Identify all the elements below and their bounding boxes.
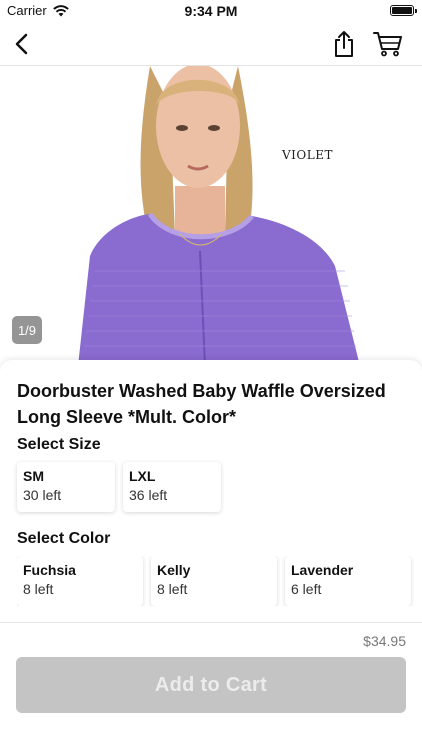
color-options[interactable]: Fuchsia 8 left Kelly 8 left Lavender 6 l…: [17, 556, 422, 606]
back-button[interactable]: [6, 28, 38, 60]
share-button[interactable]: [328, 28, 360, 60]
hero-image-caption: VIOLET: [282, 148, 333, 162]
size-stock: 30 left: [23, 487, 62, 503]
select-color-label: Select Color: [17, 530, 111, 547]
size-options: SM 30 left LXL 36 left: [17, 462, 221, 512]
status-bar: Carrier 9:34 PM: [0, 0, 422, 22]
nav-bar: [0, 22, 422, 66]
color-stock: 8 left: [23, 581, 54, 597]
purchase-footer: $34.95 Add to Cart: [0, 622, 422, 750]
size-option-sm[interactable]: SM 30 left: [17, 462, 115, 512]
image-counter: 1/9: [12, 316, 42, 344]
color-name: Lavender: [291, 562, 354, 578]
product-title: Doorbuster Washed Baby Waffle Oversized …: [17, 381, 386, 427]
add-to-cart-button[interactable]: Add to Cart: [16, 657, 406, 713]
product-price: $34.95: [363, 633, 406, 649]
color-name: Kelly: [157, 562, 191, 578]
share-icon: [335, 31, 353, 57]
cart-icon: [373, 32, 402, 57]
product-photo: [78, 66, 360, 366]
color-option-fuchsia[interactable]: Fuchsia 8 left: [17, 556, 143, 606]
size-name: SM: [23, 468, 44, 484]
color-option-kelly[interactable]: Kelly 8 left: [151, 556, 277, 606]
product-details-sheet: Doorbuster Washed Baby Waffle Oversized …: [0, 360, 422, 622]
color-stock: 8 left: [157, 581, 188, 597]
chevron-left-icon: [15, 33, 28, 55]
battery-icon: [390, 5, 417, 16]
cart-button[interactable]: [372, 28, 404, 60]
status-time: 9:34 PM: [184, 3, 238, 19]
size-stock: 36 left: [129, 487, 168, 503]
select-size-label: Select Size: [17, 436, 101, 453]
size-option-lxl[interactable]: LXL 36 left: [123, 462, 221, 512]
color-stock: 6 left: [291, 581, 322, 597]
color-option-lavender[interactable]: Lavender 6 left: [285, 556, 411, 606]
color-name: Fuchsia: [23, 562, 76, 578]
size-name: LXL: [129, 468, 156, 484]
product-image[interactable]: VIOLET 1/9: [0, 66, 422, 366]
